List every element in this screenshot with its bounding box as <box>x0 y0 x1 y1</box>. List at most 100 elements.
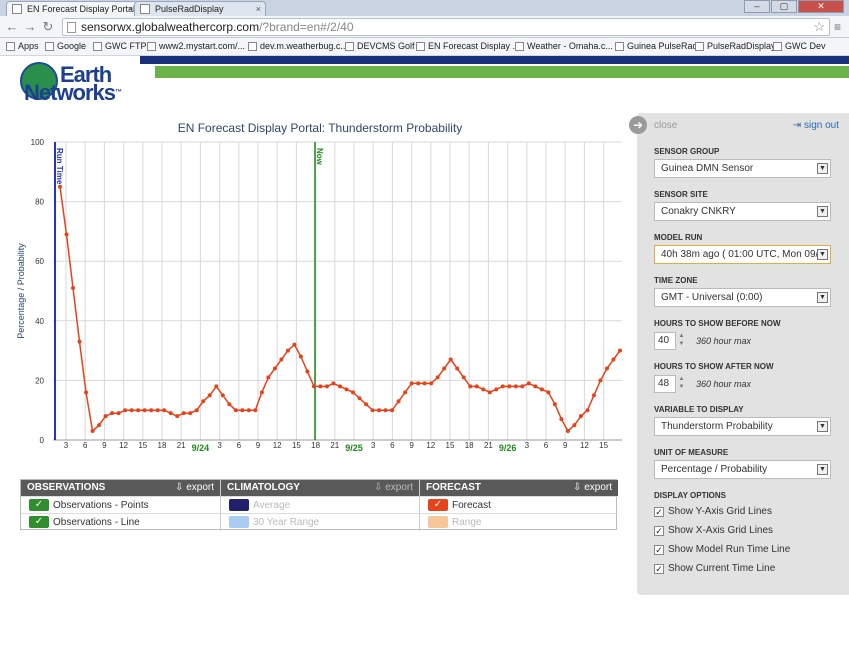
legend-item-30yr-range[interactable]: 30 Year Range <box>221 513 419 530</box>
forecast-point <box>520 384 525 389</box>
forecast-point <box>585 408 590 413</box>
x-tick-label: 3 <box>64 441 69 450</box>
hours-after-input[interactable]: 48 <box>654 375 676 393</box>
minimize-button[interactable]: ‒ <box>744 0 770 13</box>
run-time-label: Run Time <box>55 148 64 185</box>
bookmark-apps[interactable]: Apps <box>6 38 39 55</box>
brand-stripe-green <box>155 66 849 78</box>
current-time-line-checkbox[interactable]: ✓ <box>654 564 664 574</box>
y-axis-title: Percentage / Probability <box>16 243 26 339</box>
bookmark-gwc-dev[interactable]: GWC Dev <box>773 38 826 55</box>
forecast-point <box>214 384 219 389</box>
forecast-series-line <box>59 186 621 433</box>
forecast-point <box>227 402 232 407</box>
y-grid-checkbox[interactable]: ✓ <box>654 507 664 517</box>
bookmark-label: Guinea PulseRad <box>627 41 698 51</box>
window-close-button[interactable]: ✕ <box>798 0 844 13</box>
bookmark-gwc-ftp[interactable]: GWC FTP <box>93 38 147 55</box>
x-grid-option-label[interactable]: Show X-Axis Grid Lines <box>668 525 773 536</box>
unit-select[interactable]: Percentage / Probability ▼ <box>654 460 831 479</box>
close-panel-link[interactable]: close <box>654 120 677 131</box>
reload-button[interactable]: ↻ <box>40 19 56 35</box>
forecast-point <box>546 390 551 395</box>
forward-button[interactable]: → <box>22 19 38 35</box>
tab-close-icon[interactable]: × <box>128 2 133 16</box>
legend-item-forecast[interactable]: ✓ Forecast <box>420 496 618 513</box>
bookmarks-bar: Apps Google GWC FTP www2.mystart.com/...… <box>0 38 849 56</box>
model-run-line-checkbox[interactable]: ✓ <box>654 545 664 555</box>
variable-label: VARIABLE TO DISPLAY <box>654 405 744 414</box>
bookmark-label: Apps <box>18 41 39 51</box>
sign-out-link[interactable]: ⇥ sign out <box>793 120 839 131</box>
download-icon: ⇩ <box>175 482 184 493</box>
forecast-point <box>162 408 167 413</box>
y-grid-option-label[interactable]: Show Y-Axis Grid Lines <box>668 506 772 517</box>
forecast-point <box>364 402 369 407</box>
tab-close-icon[interactable]: × <box>256 2 261 16</box>
tab-en-forecast[interactable]: EN Forecast Display Portal × <box>6 1 138 16</box>
bookmark-weather-omaha[interactable]: Weather - Omaha.c... <box>515 38 613 55</box>
forecast-point <box>188 411 193 416</box>
y-tick-label: 0 <box>40 436 45 445</box>
forecast-point <box>507 384 512 389</box>
probability-chart: 0 20 40 60 80 100 3 6 9 12 15 18 21 9/24 3 6 9 12 15 18 21 9/… <box>16 138 622 453</box>
forecast-point <box>513 384 518 389</box>
forecast-point <box>526 381 531 386</box>
maximize-button[interactable]: ▢ <box>771 0 797 13</box>
now-label: Now <box>315 148 324 166</box>
model-run-line-option-label[interactable]: Show Model Run Time Line <box>668 544 790 555</box>
bookmark-pulseraddisplay[interactable]: PulseRadDisplay <box>695 38 776 55</box>
legend-item-obs-points[interactable]: ✓ Observations - Points <box>21 496 220 513</box>
observations-export-button[interactable]: ⇩ export <box>175 480 214 496</box>
current-time-line-option-label[interactable]: Show Current Time Line <box>668 563 775 574</box>
hours-before-stepper[interactable]: ▲ ▼ <box>677 332 686 350</box>
brand-stripe-blue <box>140 56 849 64</box>
x-grid-checkbox[interactable]: ✓ <box>654 526 664 536</box>
mystart-icon <box>147 42 156 51</box>
time-zone-label: TIME ZONE <box>654 276 698 285</box>
forecast-point <box>565 429 570 434</box>
hours-before-input[interactable]: 40 <box>654 332 676 350</box>
bookmark-weatherbug[interactable]: dev.m.weatherbug.c... <box>248 38 348 55</box>
browser-menu-icon[interactable]: ≡ <box>834 20 846 34</box>
chevron-down-icon: ▼ <box>817 464 828 475</box>
close-arrow-icon[interactable]: ➜ <box>629 116 647 134</box>
spin-down-icon: ▼ <box>678 341 685 347</box>
address-bar[interactable]: sensorwx.globalweathercorp.com/?brand=en… <box>62 18 830 36</box>
bookmark-google[interactable]: Google <box>45 38 86 55</box>
back-button[interactable]: ← <box>4 19 20 35</box>
forecast-point <box>442 366 447 371</box>
time-zone-select[interactable]: GMT - Universal (0:00) ▼ <box>654 288 831 307</box>
legend-observations: OBSERVATIONS ⇩ export ✓ Observations - Po… <box>21 480 220 531</box>
tab-label: EN Forecast Display Portal <box>27 4 136 14</box>
tab-pulserad[interactable]: PulseRadDisplay × <box>134 1 266 16</box>
bookmark-en-forecast[interactable]: EN Forecast Display ... <box>416 38 520 55</box>
bookmark-label: GWC FTP <box>105 41 147 51</box>
sign-out-icon: ⇥ <box>792 120 802 131</box>
variable-select[interactable]: Thunderstorm Probability ▼ <box>654 417 831 436</box>
forecast-point <box>194 408 199 413</box>
climatology-export-button[interactable]: ⇩ export <box>374 480 413 496</box>
y-tick-label: 80 <box>35 198 44 207</box>
legend-item-obs-line[interactable]: ✓ Observations - Line <box>21 513 220 530</box>
bookmark-star-icon[interactable]: ☆ <box>813 19 825 35</box>
x-tick-label: 12 <box>580 441 589 450</box>
forecast-point <box>338 384 342 389</box>
legend-item-average[interactable]: Average <box>221 496 419 513</box>
forecast-point <box>539 387 544 392</box>
bookmark-guinea-pulserad[interactable]: Guinea PulseRad <box>615 38 698 55</box>
sensor-site-select[interactable]: Conakry CNKRY ▼ <box>654 202 831 221</box>
chart-grid <box>53 141 622 441</box>
bookmark-mystart[interactable]: www2.mystart.com/... <box>147 38 245 55</box>
sensor-group-select[interactable]: Guinea DMN Sensor ▼ <box>654 159 831 178</box>
hours-after-stepper[interactable]: ▲ ▼ <box>677 375 686 393</box>
sensor-group-label: SENSOR GROUP <box>654 147 720 156</box>
forecast-point <box>233 408 238 413</box>
legend-climatology: CLIMATOLOGY ⇩ export Average 30 Year Ran… <box>220 480 419 531</box>
earth-networks-logo[interactable]: Earth Networks™ <box>20 60 124 104</box>
bookmark-devcms-golf[interactable]: DEVCMS Golf <box>345 38 415 55</box>
legend-item-forecast-range[interactable]: Range <box>420 513 618 530</box>
model-run-select[interactable]: 40h 38m ago ( 01:00 UTC, Mon 09/2 ▼ <box>654 245 831 264</box>
forecast-export-button[interactable]: ⇩ export <box>573 480 612 496</box>
x-tick-label: 18 <box>311 441 320 450</box>
